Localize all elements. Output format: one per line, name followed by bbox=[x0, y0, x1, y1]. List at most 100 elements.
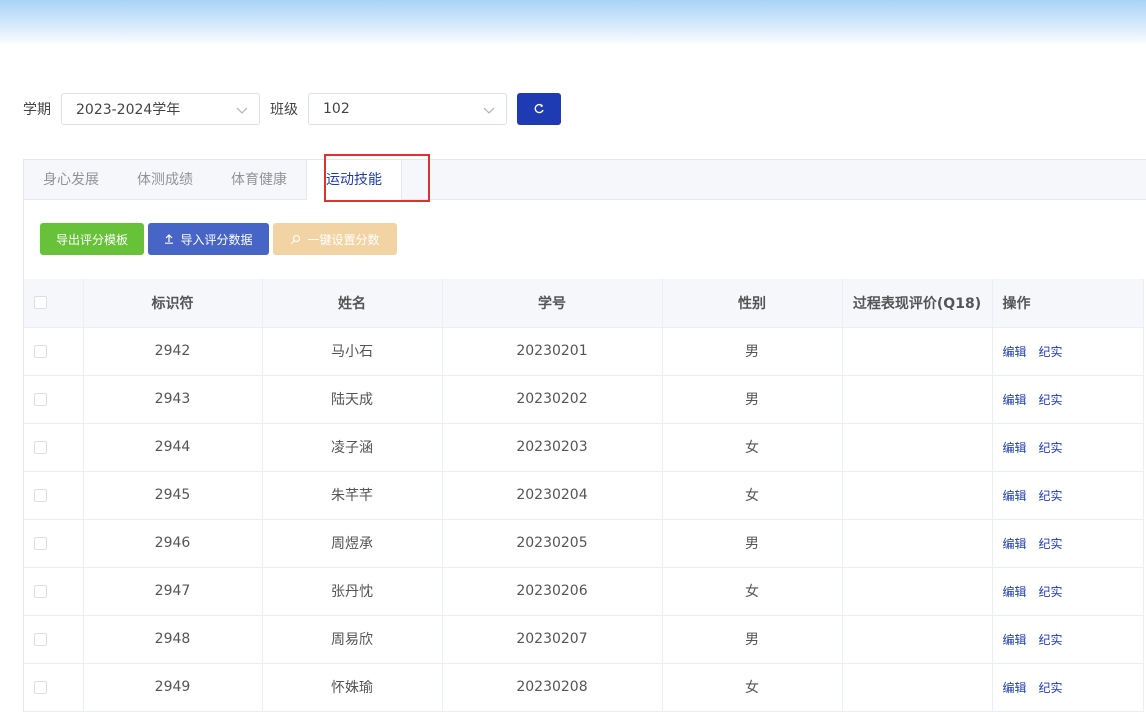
record-link[interactable]: 纪实 bbox=[1039, 681, 1063, 695]
edit-link[interactable]: 编辑 bbox=[1003, 345, 1027, 359]
batch-set-score-label: 一键设置分数 bbox=[307, 232, 380, 247]
tab-fitness-scores[interactable]: 体测成绩 bbox=[118, 160, 212, 199]
refresh-icon bbox=[534, 103, 544, 113]
class-select-value: 102 bbox=[323, 100, 350, 117]
table-row: 2943 陆天成 20230202 男 编辑 纪实 bbox=[24, 375, 1144, 424]
import-data-label: 导入评分数据 bbox=[180, 232, 253, 247]
upload-icon bbox=[165, 234, 174, 244]
tab-mind-body[interactable]: 身心发展 bbox=[24, 160, 118, 199]
chevron-down-icon bbox=[236, 107, 248, 114]
cell-ops: 编辑 纪实 bbox=[992, 423, 1144, 472]
table-row: 2944 凌子涵 20230203 女 编辑 纪实 bbox=[24, 423, 1144, 472]
row-checkbox[interactable] bbox=[34, 536, 47, 550]
cell-gender: 男 bbox=[662, 519, 843, 568]
cell-process-eval bbox=[842, 423, 993, 472]
import-data-button[interactable]: 导入评分数据 bbox=[148, 223, 269, 255]
cell-id: 2942 bbox=[83, 327, 263, 376]
cell-student-no: 20230203 bbox=[442, 423, 663, 472]
row-checkbox[interactable] bbox=[34, 632, 47, 646]
row-checkbox-cell bbox=[24, 519, 84, 568]
export-template-button[interactable]: 导出评分模板 bbox=[40, 223, 144, 255]
table-row: 2945 朱芊芊 20230204 女 编辑 纪实 bbox=[24, 471, 1144, 520]
row-checkbox[interactable] bbox=[34, 440, 47, 454]
cell-name: 周易欣 bbox=[262, 615, 443, 664]
row-checkbox-cell bbox=[24, 423, 84, 472]
cell-id: 2945 bbox=[83, 471, 263, 520]
cell-student-no: 20230201 bbox=[442, 327, 663, 376]
cell-ops: 编辑 纪实 bbox=[992, 375, 1144, 424]
cell-student-no: 20230208 bbox=[442, 663, 663, 712]
cell-gender: 女 bbox=[662, 423, 843, 472]
cell-student-no: 20230207 bbox=[442, 615, 663, 664]
table-row: 2947 张丹忱 20230206 女 编辑 纪实 bbox=[24, 567, 1144, 616]
row-checkbox-cell bbox=[24, 471, 84, 520]
content-panel: 身心发展 体测成绩 体育健康 运动技能 导出评分模板 导入评分数据 一键设置分数… bbox=[23, 154, 1146, 712]
term-select-value: 2023-2024学年 bbox=[76, 101, 181, 118]
cell-gender: 女 bbox=[662, 471, 843, 520]
row-checkbox[interactable] bbox=[34, 584, 47, 598]
tab-sport-skills[interactable]: 运动技能 bbox=[306, 160, 402, 200]
cell-student-no: 20230202 bbox=[442, 375, 663, 424]
cell-process-eval bbox=[842, 327, 993, 376]
batch-set-score-button[interactable]: 一键设置分数 bbox=[273, 223, 397, 255]
cell-name: 朱芊芊 bbox=[262, 471, 443, 520]
table-header-row: 标识符 姓名 学号 性别 过程表现评价(Q18) 操作 bbox=[24, 279, 1144, 328]
row-checkbox-cell bbox=[24, 375, 84, 424]
refresh-button[interactable] bbox=[517, 92, 561, 125]
record-link[interactable]: 纪实 bbox=[1039, 345, 1063, 359]
cell-process-eval bbox=[842, 471, 993, 520]
row-checkbox[interactable] bbox=[34, 488, 47, 502]
row-checkbox-cell bbox=[24, 327, 84, 376]
cell-gender: 男 bbox=[662, 327, 843, 376]
class-select[interactable]: 102 bbox=[308, 92, 507, 125]
action-bar: 导出评分模板 导入评分数据 一键设置分数 bbox=[40, 223, 397, 255]
header-student-no: 学号 bbox=[442, 279, 663, 328]
cell-process-eval bbox=[842, 567, 993, 616]
class-label: 班级 bbox=[270, 101, 298, 118]
record-link[interactable]: 纪实 bbox=[1039, 537, 1063, 551]
table-row: 2949 怀姝瑜 20230208 女 编辑 纪实 bbox=[24, 663, 1144, 712]
cell-student-no: 20230204 bbox=[442, 471, 663, 520]
cell-ops: 编辑 纪实 bbox=[992, 519, 1144, 568]
cell-process-eval bbox=[842, 663, 993, 712]
edit-link[interactable]: 编辑 bbox=[1003, 585, 1027, 599]
chevron-down-icon bbox=[483, 107, 495, 114]
record-link[interactable]: 纪实 bbox=[1039, 585, 1063, 599]
edit-link[interactable]: 编辑 bbox=[1003, 441, 1027, 455]
row-checkbox-cell bbox=[24, 567, 84, 616]
record-link[interactable]: 纪实 bbox=[1039, 393, 1063, 407]
record-link[interactable]: 纪实 bbox=[1039, 441, 1063, 455]
row-checkbox[interactable] bbox=[34, 680, 47, 694]
cell-name: 马小石 bbox=[262, 327, 443, 376]
record-link[interactable]: 纪实 bbox=[1039, 489, 1063, 503]
row-checkbox[interactable] bbox=[34, 344, 47, 358]
filter-bar: 学期 2023-2024学年 班级 102 bbox=[23, 92, 561, 125]
edit-link[interactable]: 编辑 bbox=[1003, 537, 1027, 551]
cell-gender: 男 bbox=[662, 615, 843, 664]
edit-link[interactable]: 编辑 bbox=[1003, 681, 1027, 695]
edit-link[interactable]: 编辑 bbox=[1003, 393, 1027, 407]
cell-ops: 编辑 纪实 bbox=[992, 615, 1144, 664]
select-all-cell bbox=[24, 279, 84, 328]
edit-link[interactable]: 编辑 bbox=[1003, 633, 1027, 647]
header-gender: 性别 bbox=[662, 279, 843, 328]
cell-id: 2943 bbox=[83, 375, 263, 424]
cell-gender: 男 bbox=[662, 375, 843, 424]
cell-process-eval bbox=[842, 375, 993, 424]
search-icon bbox=[291, 234, 301, 244]
edit-link[interactable]: 编辑 bbox=[1003, 489, 1027, 503]
header-ops: 操作 bbox=[992, 279, 1144, 328]
cell-process-eval bbox=[842, 615, 993, 664]
student-table: 标识符 姓名 学号 性别 过程表现评价(Q18) 操作 2942 马小石 20230… bbox=[24, 279, 1144, 712]
cell-name: 凌子涵 bbox=[262, 423, 443, 472]
table-row: 2942 马小石 20230201 男 编辑 纪实 bbox=[24, 327, 1144, 376]
cell-name: 陆天成 bbox=[262, 375, 443, 424]
cell-ops: 编辑 纪实 bbox=[992, 471, 1144, 520]
cell-ops: 编辑 纪实 bbox=[992, 663, 1144, 712]
record-link[interactable]: 纪实 bbox=[1039, 633, 1063, 647]
select-all-checkbox[interactable] bbox=[34, 296, 47, 310]
row-checkbox[interactable] bbox=[34, 392, 47, 406]
term-select[interactable]: 2023-2024学年 bbox=[61, 92, 260, 125]
tab-pe-health[interactable]: 体育健康 bbox=[212, 160, 306, 199]
cell-id: 2947 bbox=[83, 567, 263, 616]
